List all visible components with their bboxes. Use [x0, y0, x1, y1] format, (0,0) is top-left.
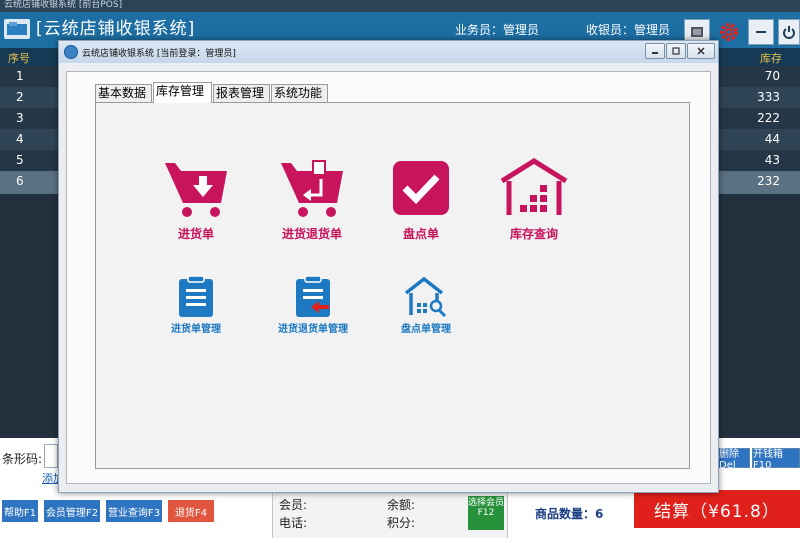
tab-basic-data[interactable]: 基本数据	[95, 84, 152, 103]
outer-window-title: 云统店铺收银系统 [前台POS]	[0, 0, 800, 12]
checkout-total-button[interactable]: 结算（¥61.8）	[634, 490, 800, 528]
tile-return-mgmt-label: 进货退货单管理	[278, 324, 348, 335]
row-seq: 1	[16, 69, 24, 83]
dialog-minimize-icon[interactable]	[645, 43, 665, 59]
row-seq: 3	[16, 111, 24, 125]
row-stock: 333	[757, 90, 780, 104]
row-seq: 6	[16, 174, 24, 188]
row-stock: 222	[757, 111, 780, 125]
barcode-label: 条形码:	[2, 452, 43, 466]
row-seq: 5	[16, 153, 24, 167]
row-seq: 2	[16, 90, 24, 104]
clipboard-arrow-icon	[296, 275, 330, 317]
tile-purchase-return[interactable]: 进货退货单	[272, 159, 352, 243]
app-title: [云统店铺收银系统]	[36, 19, 196, 39]
tile-purchase-mgmt-label: 进货单管理	[171, 324, 221, 335]
col-stock-header: 库存	[760, 52, 782, 65]
checkmark-icon	[393, 161, 449, 215]
inventory-panel: 进货单 进货退货单 盘点单 库存查询 进货单管理 进货退货单管理 盘点单管理	[95, 102, 690, 469]
row-stock: 70	[764, 69, 780, 83]
power-icon[interactable]	[778, 19, 800, 45]
salesperson-label: 业务员：管理员	[455, 23, 540, 37]
cashier-label: 收银员：管理员	[586, 23, 671, 37]
row-stock: 232	[757, 174, 780, 188]
help-button[interactable]: 帮助F1	[2, 500, 38, 522]
tile-stocktake-mgmt[interactable]: 盘点单管理	[386, 275, 466, 337]
tile-purchase-return-label: 进货退货单	[281, 227, 342, 241]
logo-icon	[4, 19, 30, 39]
tile-stocktake[interactable]: 盘点单	[381, 159, 461, 243]
tile-stocktake-mgmt-label: 盘点单管理	[401, 324, 451, 335]
open-drawer-button[interactable]: 开钱箱F10	[752, 448, 800, 471]
tile-return-mgmt[interactable]: 进货退货单管理	[268, 275, 358, 337]
house-search-icon	[404, 276, 447, 318]
tile-stock-query[interactable]: 库存查询	[494, 158, 574, 243]
choose-member-button[interactable]: 选择会员F12	[468, 496, 504, 530]
tab-reports[interactable]: 报表管理	[213, 84, 270, 103]
tile-stock-query-label: 库存查询	[509, 227, 558, 241]
dialog-title: 云统店铺收银系统 [当前登录：管理员]	[82, 49, 236, 59]
cart-down-icon	[165, 163, 227, 217]
member-mgmt-button[interactable]: 会员管理F2	[44, 500, 100, 522]
row-stock: 43	[764, 153, 780, 167]
settings-dialog: 云统店铺收银系统 [当前登录：管理员] 基本数据 库存管理 报表管理 系统功能 …	[58, 40, 719, 493]
clipboard-icon	[179, 275, 213, 317]
member-label: 会员:	[279, 498, 308, 512]
dialog-close-icon[interactable]	[687, 43, 715, 59]
warehouse-icon	[500, 158, 568, 215]
delete-button[interactable]: 删除Del	[718, 448, 750, 471]
balance-label: 余额:	[387, 498, 416, 512]
barcode-input[interactable]	[44, 444, 58, 468]
app-icon	[64, 45, 78, 59]
cart-return-icon	[281, 160, 343, 217]
tile-stocktake-label: 盘点单	[402, 227, 439, 241]
tab-system[interactable]: 系统功能	[271, 84, 328, 103]
dialog-titlebar[interactable]: 云统店铺收银系统 [当前登录：管理员]	[59, 41, 718, 63]
gear-icon[interactable]	[716, 19, 742, 45]
return-button[interactable]: 退货F4	[168, 500, 214, 522]
row-stock: 44	[764, 132, 780, 146]
item-count: 商品数量：6	[535, 507, 604, 521]
sales-query-button[interactable]: 营业查询F3	[106, 500, 162, 522]
row-seq: 4	[16, 132, 24, 146]
tile-purchase-label: 进货单	[177, 227, 214, 241]
tile-purchase-mgmt[interactable]: 进货单管理	[158, 275, 234, 337]
dialog-maximize-icon[interactable]	[666, 43, 686, 59]
tile-purchase[interactable]: 进货单	[156, 159, 236, 243]
phone-label: 电话:	[279, 516, 308, 530]
minimize-icon[interactable]	[748, 19, 774, 45]
tab-inventory[interactable]: 库存管理	[153, 82, 212, 103]
col-seq-header: 序号	[8, 52, 30, 65]
points-label: 积分:	[387, 516, 416, 530]
